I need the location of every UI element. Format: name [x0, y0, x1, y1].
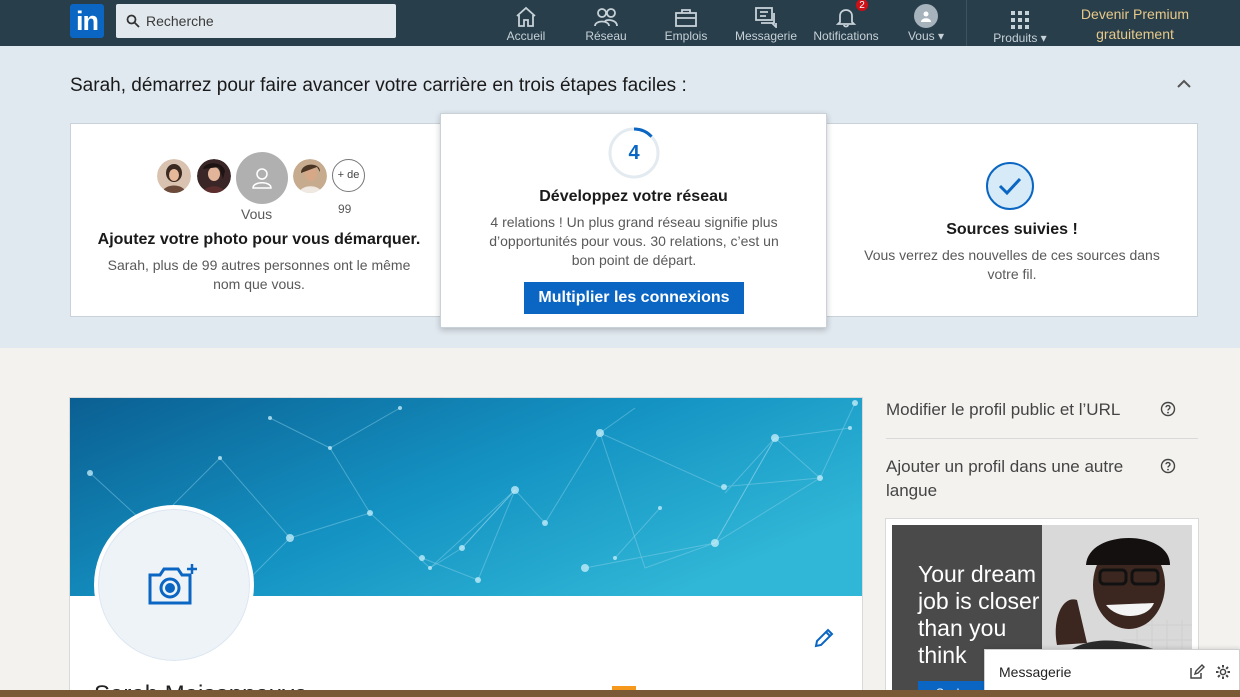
- nav-products[interactable]: Produits ▾: [988, 0, 1052, 46]
- step-add-photo[interactable]: + de Vous 99 Ajoutez votre photo pour vo…: [71, 124, 447, 316]
- search-input[interactable]: [146, 13, 386, 29]
- more-count: 99: [338, 202, 352, 216]
- step-network-title: Développez votre réseau: [539, 188, 728, 205]
- help-circle-icon[interactable]: [1160, 401, 1176, 417]
- search-box[interactable]: [116, 4, 396, 38]
- camera-add-icon: [148, 564, 197, 605]
- nav-me-label: Vous: [907, 29, 935, 43]
- edit-public-profile-link[interactable]: Modifier le profil public et l’URL: [886, 398, 1186, 422]
- nav-products-label-wrap: Produits ▾: [993, 31, 1046, 45]
- nav-me[interactable]: Vous ▾: [902, 0, 950, 46]
- person-photo-2: [197, 159, 231, 193]
- nav-jobs-label: Emplois: [664, 29, 708, 43]
- bell-icon: [835, 9, 857, 28]
- messaging-icon: [755, 7, 777, 28]
- nav-messaging[interactable]: Messagerie: [732, 0, 800, 46]
- step-photo-text: Sarah, plus de 99 autres personnes ont l…: [107, 257, 411, 292]
- help-circle-icon[interactable]: [1160, 458, 1176, 474]
- rail-divider: [886, 438, 1198, 439]
- settings-gear-icon[interactable]: [1215, 664, 1231, 680]
- premium-line1: Devenir Premium: [1080, 6, 1190, 22]
- linkedin-logo[interactable]: in: [70, 4, 104, 38]
- grow-connections-button[interactable]: Multiplier les connexions: [524, 282, 744, 314]
- network-icon: [594, 8, 618, 27]
- step-grow-network: 4 Développez votre réseau 4 relations ! …: [440, 113, 827, 328]
- caret-down-icon: ▾: [1040, 31, 1047, 45]
- profile-photo-placeholder[interactable]: [94, 505, 254, 665]
- network-progress-value: 4: [628, 142, 640, 164]
- add-language-profile-link[interactable]: Ajouter un profil dans une autre langue: [886, 455, 1146, 503]
- step-sources-text: Vous verrez des nouvelles de ces sources…: [864, 247, 1160, 282]
- nav-jobs[interactable]: Emplois: [660, 0, 712, 46]
- step-network-text: 4 relations ! Un plus grand réseau signi…: [489, 214, 779, 268]
- briefcase-icon: [675, 9, 697, 27]
- step-photo-title: Ajoutez votre photo pour vous démarquer.: [97, 231, 421, 248]
- messaging-dock-label: Messagerie: [999, 664, 1072, 680]
- nav-notifications-label: Notifications: [813, 29, 879, 43]
- nav-network-label: Réseau: [585, 29, 627, 43]
- step-sources-title: Sources suivies !: [946, 221, 1078, 238]
- nav-divider: [966, 0, 967, 46]
- nav-home[interactable]: Accueil: [500, 0, 552, 46]
- profile-card: Sarah Maisonneuve: [69, 397, 863, 697]
- nav-notifications[interactable]: 2 Notifications: [808, 0, 884, 46]
- grid-icon: [1011, 11, 1029, 29]
- pencil-edit-icon[interactable]: [812, 626, 836, 650]
- avatar-icon: [914, 4, 938, 28]
- nav-products-label: Produits: [993, 31, 1038, 45]
- home-icon: [516, 6, 536, 27]
- premium-line2: gratuitement: [1096, 26, 1174, 42]
- check-circle-icon: [986, 162, 1034, 210]
- chevron-up-icon[interactable]: [1174, 74, 1194, 94]
- top-nav-bar: in Accueil Réseau Emplois Messagerie 2 N…: [0, 0, 1240, 46]
- onboarding-title: Sarah, démarrez pour faire avancer votre…: [70, 75, 687, 96]
- similar-names-faces: + de: [157, 152, 367, 212]
- compose-icon[interactable]: [1189, 664, 1205, 680]
- person-photo-3: [293, 159, 327, 193]
- nav-home-label: Accueil: [506, 29, 546, 43]
- you-label: Vous: [241, 206, 273, 222]
- more-people-badge: + de: [332, 159, 365, 192]
- step-sources: Sources suivies ! Vous verrez des nouvel…: [827, 124, 1197, 316]
- search-icon: [126, 14, 140, 28]
- caret-down-icon: ▾: [938, 29, 945, 43]
- nav-network[interactable]: Réseau: [580, 0, 632, 46]
- window-bottom-edge: [0, 690, 1240, 697]
- you-placeholder-avatar: [236, 152, 288, 204]
- nav-messaging-label: Messagerie: [734, 29, 798, 43]
- nav-me-label-wrap: Vous ▾: [908, 29, 944, 43]
- more-label: + de: [337, 169, 360, 181]
- notifications-badge: 2: [855, 0, 869, 12]
- person-photo-1: [157, 159, 191, 193]
- premium-link[interactable]: Devenir Premium gratuitement: [1074, 4, 1196, 44]
- person-silhouette-icon: [252, 168, 272, 189]
